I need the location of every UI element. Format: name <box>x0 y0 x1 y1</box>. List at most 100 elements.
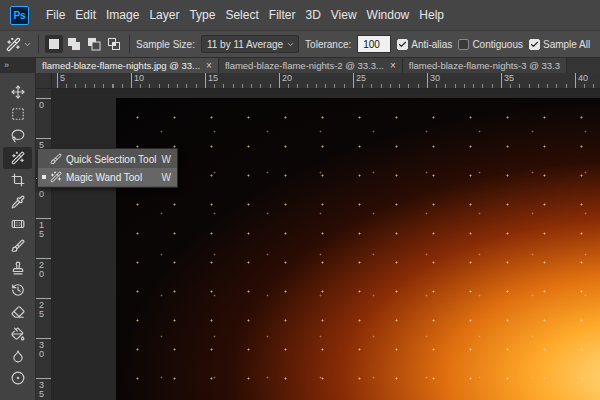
tool-button[interactable] <box>3 147 32 169</box>
menu-item[interactable]: Image <box>101 8 144 22</box>
photoshop-window: Ps FileEditImageLayerTypeSelectFilter3DVi… <box>0 0 600 400</box>
move-icon <box>11 85 25 99</box>
menu-item[interactable]: Help <box>414 8 449 22</box>
selection-mode-icon <box>47 37 61 51</box>
ruler-label: 15 <box>205 73 279 88</box>
tolerance-label: Tolerance: <box>305 39 351 50</box>
tolerance-field[interactable]: 100 <box>357 35 391 53</box>
selected-marker <box>42 157 46 161</box>
ruler-mark: 15 <box>36 218 51 258</box>
separator <box>129 35 130 53</box>
tool-button[interactable] <box>3 213 32 235</box>
ruler-label: 40 <box>575 73 600 88</box>
flyout-item[interactable]: Magic Wand ToolW <box>38 168 177 186</box>
sample-size-dropdown[interactable]: 11 by 11 Average <box>201 35 299 53</box>
ruler-label: 20 <box>39 261 44 279</box>
tool-button[interactable] <box>3 279 32 301</box>
ruler-mark: 25 <box>36 298 51 338</box>
ruler-mark: 30 <box>36 338 51 378</box>
tool-button[interactable] <box>3 301 32 323</box>
menu-item[interactable]: 3D <box>300 8 325 22</box>
sample-size-label: Sample Size: <box>136 39 195 50</box>
workspace: »flamed-blaze-flame-nights.jpg @ 33...×f… <box>0 58 600 400</box>
tool-button[interactable] <box>3 169 32 191</box>
dodge-icon <box>11 371 25 385</box>
ruler-label: 35 <box>39 381 44 399</box>
ruler-mark: 0 <box>36 98 51 138</box>
selection-mode-button[interactable] <box>65 35 83 53</box>
tool-button[interactable] <box>3 257 32 279</box>
tool-list <box>0 73 35 389</box>
shortcut: W <box>162 172 171 183</box>
canvas[interactable] <box>52 89 600 400</box>
menu-item[interactable]: Select <box>220 8 263 22</box>
menu-item[interactable]: Window <box>362 8 415 22</box>
option-checkbox[interactable]: Sample All <box>529 39 590 50</box>
tool-button[interactable] <box>3 125 32 147</box>
blur-icon <box>11 349 25 363</box>
ruler-row: 510152025303540 <box>36 73 600 89</box>
document-tab[interactable]: flamed-blaze-flame-nights.jpg @ 33...× <box>36 58 219 73</box>
checkbox[interactable] <box>529 39 540 50</box>
menu-item[interactable]: Edit <box>70 8 101 22</box>
tool-button[interactable] <box>3 367 32 389</box>
eyedropper-icon <box>11 195 25 209</box>
vertical-ruler: 05101520253035 <box>36 89 52 400</box>
brush-icon <box>11 239 25 253</box>
checkbox[interactable] <box>458 39 469 50</box>
shortcut: W <box>162 154 171 165</box>
tool-button[interactable] <box>3 345 32 367</box>
selection-mode-icon <box>67 37 81 51</box>
selection-modes <box>45 35 123 53</box>
lasso-icon <box>11 129 25 143</box>
stamp-icon <box>11 261 25 275</box>
fire-photo[interactable] <box>116 98 600 400</box>
tab-close-button[interactable]: × <box>206 60 212 71</box>
checkbox[interactable] <box>397 39 408 50</box>
marquee-icon <box>11 107 25 121</box>
canvas-row: 05101520253035 <box>36 89 600 400</box>
ruler-label: 0 <box>39 101 44 110</box>
quick-selection-icon <box>50 153 62 165</box>
menu-item[interactable]: Type <box>184 8 220 22</box>
options-bar: Sample Size: 11 by 11 Average Tolerance: 10… <box>0 30 600 58</box>
menu-item[interactable]: File <box>41 8 70 22</box>
tab-close-button[interactable]: × <box>390 60 396 71</box>
selection-mode-button[interactable] <box>105 35 123 53</box>
flyout-item[interactable]: Quick Selection ToolW <box>38 150 177 168</box>
check-icon <box>398 40 407 49</box>
separator <box>38 35 39 53</box>
collapse-button[interactable]: » <box>0 58 35 73</box>
eraser-icon <box>11 305 25 319</box>
horizontal-ruler: 510152025303540 <box>52 73 600 88</box>
menu-item[interactable]: Layer <box>144 8 184 22</box>
ruler-label: 15 <box>39 221 44 239</box>
option-checkbox[interactable]: Anti-alias <box>397 39 452 50</box>
selection-mode-icon <box>107 37 121 51</box>
document-tabs: flamed-blaze-flame-nights.jpg @ 33...×fl… <box>36 58 600 73</box>
tool-button[interactable] <box>3 235 32 257</box>
selection-mode-button[interactable] <box>45 35 63 53</box>
tool-button[interactable] <box>3 81 32 103</box>
crop-icon <box>11 173 25 187</box>
selected-marker <box>42 175 46 179</box>
ruler-label: 30 <box>427 73 501 88</box>
menu-bar: Ps FileEditImageLayerTypeSelectFilter3DVi… <box>0 0 600 30</box>
ruler-mark: 20 <box>36 258 51 298</box>
tool-button[interactable] <box>3 103 32 125</box>
ruler-label: 10 <box>131 73 205 88</box>
document-tab[interactable]: flamed-blaze-flame-nights-3 @ 33.3 <box>403 58 567 73</box>
option-checkbox[interactable]: Contiguous <box>458 39 523 50</box>
ruler-label: 20 <box>279 73 353 88</box>
app-logo: Ps <box>10 6 29 25</box>
history-brush-icon <box>11 283 25 297</box>
chevron-down-icon <box>286 40 295 49</box>
tools-panel: » <box>0 58 36 400</box>
tool-preset-picker[interactable] <box>6 37 32 52</box>
menu-item[interactable]: Filter <box>264 8 301 22</box>
menu-item[interactable]: View <box>326 8 362 22</box>
document-tab[interactable]: flamed-blaze-flame-nights-2 @ 33.3...× <box>219 58 403 73</box>
selection-mode-button[interactable] <box>85 35 103 53</box>
tool-button[interactable] <box>3 323 32 345</box>
tool-button[interactable] <box>3 191 32 213</box>
